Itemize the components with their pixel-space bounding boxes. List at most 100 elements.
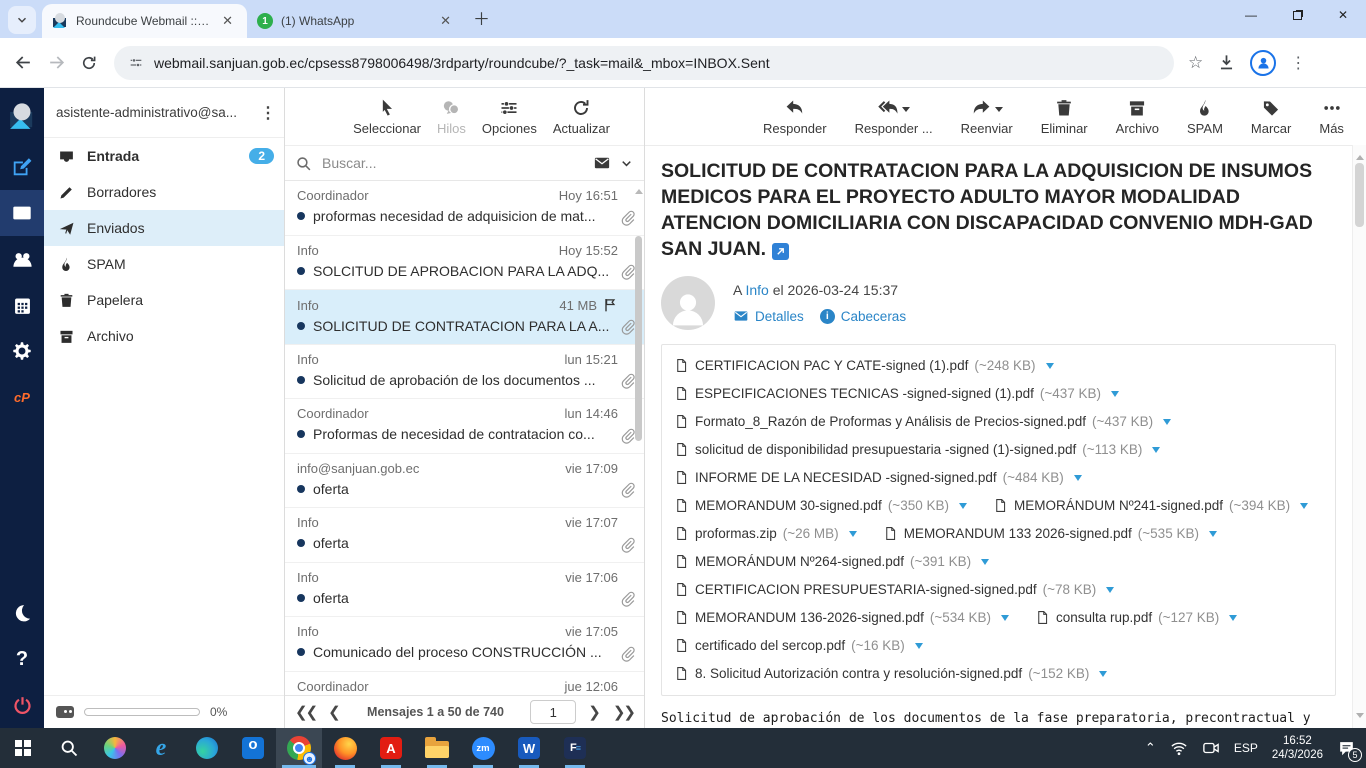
attachment-menu-caret[interactable] xyxy=(1099,671,1107,681)
attachment[interactable]: 8. Solicitud Autorización contra y resol… xyxy=(674,666,1107,681)
next-page-button[interactable]: ❯ xyxy=(588,703,601,721)
attachment[interactable]: proformas.zip(~26 MB) xyxy=(674,526,857,541)
scroll-down-arrow[interactable] xyxy=(1356,713,1364,722)
attachment[interactable]: MEMORANDUM 136-2026-signed.pdf(~534 KB) xyxy=(674,610,1009,625)
attachment-menu-caret[interactable] xyxy=(959,503,967,513)
reply-button[interactable]: Responder xyxy=(753,97,837,136)
close-button[interactable]: ✕ xyxy=(1320,0,1366,30)
archive-button[interactable]: Archivo xyxy=(1106,98,1169,136)
message-row-selected[interactable]: Info 41 MB SOLICITUD DE CONTRATACION PAR… xyxy=(285,290,644,345)
help-icon[interactable]: ? xyxy=(0,636,44,682)
clock[interactable]: 16:52 24/3/2026 xyxy=(1272,734,1323,762)
options-button[interactable]: Opciones xyxy=(482,98,537,136)
tab-close-icon[interactable]: ✕ xyxy=(436,11,455,31)
attachment-menu-caret[interactable] xyxy=(1209,531,1217,541)
message-row[interactable]: Coordinadorlun 14:46 Proformas de necesi… xyxy=(285,399,644,454)
external-link-icon[interactable] xyxy=(772,243,789,260)
attachment[interactable]: MEMORANDUM 30-signed.pdf(~350 KB) xyxy=(674,498,967,513)
delete-button[interactable]: Eliminar xyxy=(1031,98,1098,136)
tab-roundcube[interactable]: Roundcube Webmail :: Enviados ✕ xyxy=(42,4,247,38)
attachment-menu-caret[interactable] xyxy=(981,559,989,569)
threads-button[interactable]: Hilos xyxy=(437,98,466,136)
word-icon[interactable]: W xyxy=(506,728,552,768)
folder-archivo[interactable]: Archivo xyxy=(44,318,284,354)
last-page-button[interactable]: ❯❯ xyxy=(613,703,634,721)
attachment[interactable]: certificado del sercop.pdf(~16 KB) xyxy=(674,638,923,653)
attachment-menu-caret[interactable] xyxy=(1163,419,1171,429)
folder-entrada[interactable]: Entrada 2 xyxy=(44,138,284,174)
message-row[interactable]: CoordinadorHoy 16:51 proformas necesidad… xyxy=(285,181,644,236)
scroll-up-arrow[interactable] xyxy=(1356,151,1364,160)
refresh-button[interactable]: Actualizar xyxy=(553,98,610,136)
copilot-icon[interactable] xyxy=(92,728,138,768)
folder-spam[interactable]: SPAM xyxy=(44,246,284,282)
firefox-icon[interactable] xyxy=(322,728,368,768)
scrollbar-thumb[interactable] xyxy=(1355,163,1364,227)
contacts-nav-button[interactable] xyxy=(0,236,44,282)
outlook-icon[interactable] xyxy=(230,728,276,768)
message-row[interactable]: Infolun 15:21 Solicitud de aprobación de… xyxy=(285,345,644,400)
attachment[interactable]: consulta rup.pdf(~127 KB) xyxy=(1035,610,1237,625)
attachment[interactable]: MEMORÁNDUM Nº241-signed.pdf(~394 KB) xyxy=(993,498,1308,513)
attachment[interactable]: MEMORÁNDUM Nº264-signed.pdf(~391 KB) xyxy=(674,554,989,569)
site-settings-icon[interactable] xyxy=(128,55,144,71)
address-bar[interactable]: webmail.sanjuan.gob.ec/cpsess8798006498/… xyxy=(114,46,1174,80)
message-row[interactable]: Coordinadorjue 12:06 xyxy=(285,672,644,696)
select-button[interactable]: Seleccionar xyxy=(353,98,421,136)
spam-button[interactable]: SPAM xyxy=(1177,98,1233,136)
scrollbar-thumb[interactable] xyxy=(635,236,642,441)
recipient-link[interactable]: Info xyxy=(745,282,768,298)
page-input[interactable] xyxy=(530,700,576,724)
new-tab-button[interactable]: ＋ xyxy=(473,5,490,30)
logout-icon[interactable] xyxy=(0,682,44,728)
mark-button[interactable]: Marcar xyxy=(1241,98,1301,136)
profile-avatar[interactable] xyxy=(1250,50,1276,76)
folder-enviados[interactable]: Enviados xyxy=(44,210,284,246)
file-explorer-icon[interactable] xyxy=(414,728,460,768)
list-scrollbar[interactable] xyxy=(634,181,643,695)
attachment[interactable]: Formato_8_Razón de Proformas y Análisis … xyxy=(674,414,1171,429)
calendar-nav-button[interactable] xyxy=(0,282,44,328)
tab-whatsapp[interactable]: 1 (1) WhatsApp ✕ xyxy=(247,4,465,38)
forticlient-icon[interactable]: F≡ xyxy=(552,728,598,768)
dropdown-caret-icon[interactable] xyxy=(995,107,1003,116)
details-link[interactable]: Detalles xyxy=(733,308,804,324)
search-options-chevron-icon[interactable] xyxy=(619,156,634,171)
dark-mode-icon[interactable] xyxy=(0,590,44,636)
browser-menu-icon[interactable]: ⋮ xyxy=(1290,53,1306,73)
attachment-menu-caret[interactable] xyxy=(1046,363,1054,373)
more-button[interactable]: Más xyxy=(1309,98,1354,136)
internet-explorer-icon[interactable]: e xyxy=(138,728,184,768)
notifications-icon[interactable]: 5 xyxy=(1337,739,1356,758)
attachment[interactable]: ESPECIFICACIONES TECNICAS -signed-signed… xyxy=(674,386,1119,401)
settings-nav-button[interactable] xyxy=(0,328,44,374)
acrobat-icon[interactable]: A xyxy=(368,728,414,768)
search-scope-envelope-icon[interactable] xyxy=(593,154,611,172)
taskbar-search-icon[interactable] xyxy=(46,728,92,768)
message-row[interactable]: Infovie 17:06 oferta xyxy=(285,563,644,618)
attachment-menu-caret[interactable] xyxy=(1074,475,1082,485)
attachment-menu-caret[interactable] xyxy=(849,531,857,541)
chrome-icon[interactable]: ☻ xyxy=(276,728,322,768)
folder-borradores[interactable]: Borradores xyxy=(44,174,284,210)
attachment[interactable]: CERTIFICACION PAC Y CATE-signed (1).pdf(… xyxy=(674,358,1054,373)
attachment-menu-caret[interactable] xyxy=(1001,615,1009,625)
bookmark-icon[interactable]: ☆ xyxy=(1188,53,1203,73)
attachment-menu-caret[interactable] xyxy=(915,643,923,653)
prev-page-button[interactable]: ❮ xyxy=(328,703,341,721)
scroll-up-arrow[interactable] xyxy=(635,185,643,194)
restore-button[interactable] xyxy=(1274,0,1320,30)
message-row[interactable]: Infovie 17:07 oferta xyxy=(285,508,644,563)
cpanel-icon[interactable]: cP xyxy=(0,374,44,420)
tab-search-button[interactable] xyxy=(8,6,36,34)
attachment[interactable]: MEMORANDUM 133 2026-signed.pdf(~535 KB) xyxy=(883,526,1217,541)
attachment-menu-caret[interactable] xyxy=(1111,391,1119,401)
attachment[interactable]: solicitud de disponibilidad presupuestar… xyxy=(674,442,1160,457)
headers-link[interactable]: i Cabeceras xyxy=(820,309,906,324)
tray-expand-icon[interactable]: ⌃ xyxy=(1145,740,1156,756)
attachment-menu-caret[interactable] xyxy=(1229,615,1237,625)
attachment-menu-caret[interactable] xyxy=(1152,447,1160,457)
forward-button[interactable]: Reenviar xyxy=(951,97,1023,136)
attachment[interactable]: CERTIFICACION PRESUPUESTARIA-signed-sign… xyxy=(674,582,1114,597)
mail-nav-button[interactable] xyxy=(0,190,44,236)
